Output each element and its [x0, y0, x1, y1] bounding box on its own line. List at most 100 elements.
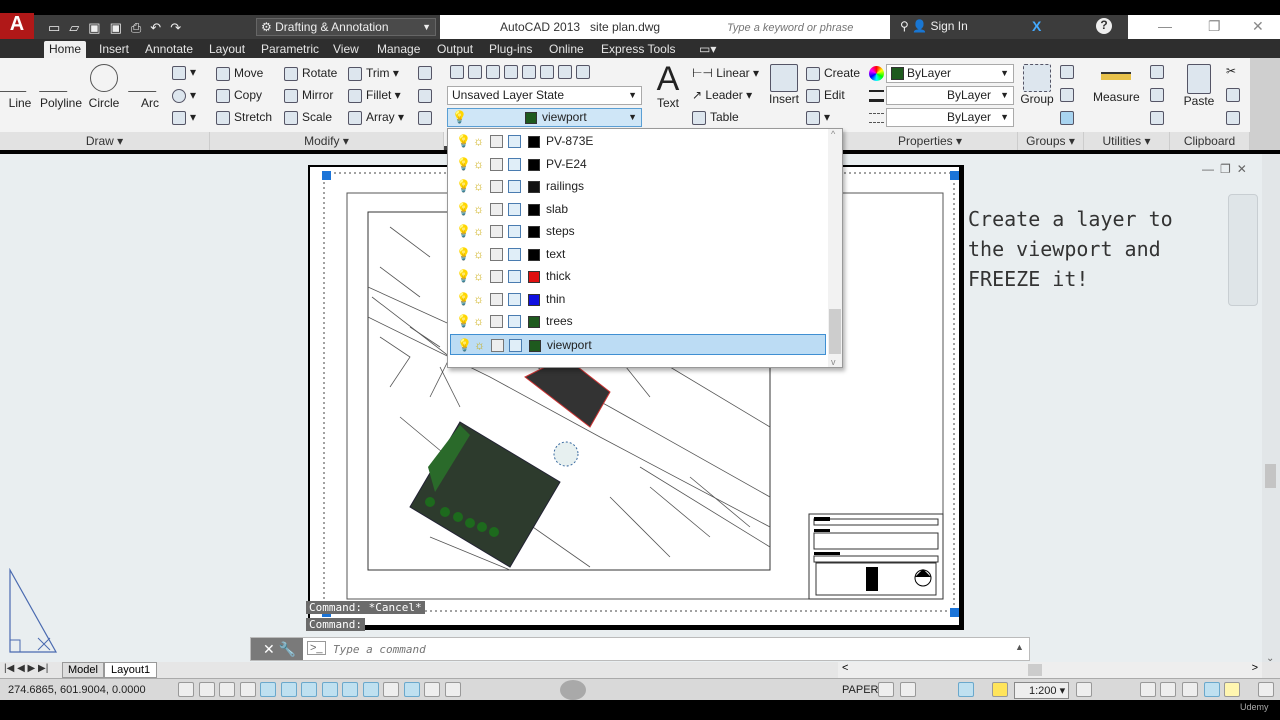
- group-add-button[interactable]: [1060, 87, 1078, 102]
- clean-screen-icon[interactable]: [1258, 682, 1274, 697]
- grid-display-toggle-icon[interactable]: [219, 682, 235, 697]
- rectangle-button[interactable]: ▾: [172, 65, 196, 80]
- undo-icon[interactable]: ↶: [150, 20, 170, 35]
- lightbulb-icon[interactable]: 💡: [456, 289, 471, 306]
- dropdown-arrow-icon[interactable]: ▾: [395, 110, 404, 124]
- vertical-scrollbar[interactable]: ⌄: [1262, 154, 1280, 664]
- tab-plug-ins[interactable]: Plug-ins: [484, 41, 537, 58]
- restore-button[interactable]: ❐: [1208, 15, 1221, 37]
- layer-item-viewport[interactable]: 💡 ☼ viewport: [450, 333, 826, 355]
- new-icon[interactable]: ▭: [48, 20, 69, 35]
- hardware-acceleration-icon[interactable]: [1182, 682, 1198, 697]
- offset-button[interactable]: [418, 110, 436, 125]
- tab-annotate[interactable]: Annotate: [140, 41, 198, 58]
- layer-dropdown-list[interactable]: 💡 ☼ PV-873E 💡 ☼ PV-E24 💡 ☼ railings 💡 ☼ slab 💡 ☼ steps…: [447, 128, 843, 368]
- layer-item-slab[interactable]: 💡 ☼ slab: [450, 199, 826, 220]
- line-button[interactable]: Line: [0, 64, 43, 110]
- table-button[interactable]: Table: [692, 110, 739, 125]
- text-button[interactable]: A Text: [655, 62, 681, 110]
- dropdown-arrow-icon[interactable]: ▾: [390, 66, 399, 80]
- object-snap-toggle-icon[interactable]: [280, 682, 297, 697]
- viewport-restore-icon[interactable]: ❐: [1220, 162, 1237, 176]
- edit-block-button[interactable]: Edit: [806, 88, 845, 103]
- help-icon[interactable]: ?: [1096, 18, 1112, 34]
- quick-view-drawings-icon[interactable]: [900, 682, 916, 697]
- exchange-icon[interactable]: X: [1032, 18, 1041, 34]
- layer-color-swatch[interactable]: [528, 136, 540, 148]
- paste-button[interactable]: Paste: [1182, 64, 1216, 108]
- layer-color-swatch[interactable]: [528, 181, 540, 193]
- lightbulb-icon[interactable]: 💡: [456, 131, 471, 148]
- rotate-button[interactable]: Rotate: [284, 66, 337, 81]
- attribute-button[interactable]: ▾: [806, 110, 830, 125]
- layer-unlock-icon[interactable]: [576, 64, 590, 79]
- insert-button[interactable]: Insert: [768, 64, 800, 106]
- unlock-icon[interactable]: [508, 157, 521, 171]
- hatch-button[interactable]: ▾: [172, 110, 196, 125]
- wrench-icon[interactable]: 🔧: [279, 641, 296, 657]
- polar-tracking-toggle-icon[interactable]: [260, 682, 276, 697]
- annotation-autoscale-icon[interactable]: [1076, 682, 1092, 697]
- saveas-icon[interactable]: ▣: [110, 20, 131, 35]
- ribbon-minimize-icon[interactable]: ▭▾: [694, 41, 721, 58]
- erase-button[interactable]: [418, 65, 436, 80]
- sun-freeze-icon[interactable]: ☼: [473, 244, 486, 261]
- unlock-icon[interactable]: [509, 338, 522, 352]
- lightbulb-icon[interactable]: 💡: [456, 199, 471, 216]
- tab-layout[interactable]: Layout: [204, 41, 250, 58]
- calculator-button[interactable]: [1150, 110, 1168, 125]
- layer-dropdown[interactable]: 💡 viewport ▼: [447, 108, 642, 127]
- annotation-scale-dropdown[interactable]: 1:200 ▾: [1014, 682, 1070, 699]
- layer-off-icon[interactable]: [522, 64, 536, 79]
- circle-button[interactable]: Circle: [88, 64, 120, 110]
- viewport-freeze-icon[interactable]: [491, 338, 504, 352]
- command-history-toggle[interactable]: ▲: [1015, 642, 1024, 652]
- 3d-object-snap-toggle-icon[interactable]: [301, 682, 317, 697]
- layer-color-swatch[interactable]: [528, 203, 540, 216]
- transparency-toggle-icon[interactable]: [403, 682, 420, 697]
- selection-cycling-toggle-icon[interactable]: [444, 682, 461, 697]
- sun-freeze-icon[interactable]: ☼: [473, 199, 486, 216]
- isolate-objects-icon[interactable]: [1204, 682, 1220, 697]
- measure-button[interactable]: Measure: [1093, 68, 1140, 104]
- unlock-icon[interactable]: [508, 180, 521, 193]
- viewport-freeze-icon[interactable]: [490, 202, 503, 216]
- help-search-input[interactable]: [724, 19, 889, 36]
- tab-parametric[interactable]: Parametric: [256, 41, 324, 58]
- unlock-icon[interactable]: [508, 247, 521, 261]
- open-icon[interactable]: ▱: [69, 20, 88, 35]
- group-edit-button[interactable]: [1060, 64, 1078, 79]
- fillet-button[interactable]: Fillet ▾: [348, 88, 401, 103]
- tab-layout1[interactable]: Layout1: [104, 662, 158, 678]
- array-button[interactable]: Array ▾: [348, 110, 404, 125]
- plot-icon[interactable]: ⎙: [131, 20, 150, 35]
- dropdown-arrow-icon[interactable]: ▾: [391, 88, 401, 102]
- viewport-freeze-icon[interactable]: [490, 270, 503, 283]
- layer-isolate-icon[interactable]: [486, 64, 500, 79]
- close-icon[interactable]: ✕: [263, 641, 275, 657]
- sun-freeze-icon[interactable]: ☼: [474, 335, 487, 352]
- layer-item-text[interactable]: 💡 ☼ text: [450, 244, 826, 265]
- viewport-freeze-icon[interactable]: [490, 157, 503, 171]
- layer-unisolate-icon[interactable]: [504, 64, 518, 79]
- select-all-button[interactable]: [1150, 87, 1168, 102]
- unlock-icon[interactable]: [508, 225, 521, 238]
- stretch-button[interactable]: Stretch: [216, 110, 272, 125]
- trim-button[interactable]: Trim ▾: [348, 66, 399, 81]
- tab-model[interactable]: Model: [62, 662, 104, 678]
- linear-button[interactable]: ⊢⊣ Linear ▾: [692, 66, 759, 80]
- command-line-handle[interactable]: ✕ 🔧: [251, 638, 303, 660]
- command-prompt-icon[interactable]: >_: [307, 641, 326, 655]
- lightbulb-status-icon[interactable]: [1224, 682, 1240, 697]
- lock-icon[interactable]: [1160, 682, 1176, 697]
- command-input[interactable]: [333, 640, 993, 658]
- layer-color-swatch[interactable]: [528, 271, 540, 283]
- horizontal-scrollbar[interactable]: < >: [838, 662, 1262, 678]
- sun-freeze-icon[interactable]: ☼: [473, 131, 486, 148]
- quick-view-layouts-icon[interactable]: [878, 682, 894, 697]
- unlock-icon[interactable]: [508, 292, 521, 306]
- quick-properties-toggle-icon[interactable]: [424, 682, 440, 697]
- sun-freeze-icon[interactable]: ☼: [473, 266, 486, 283]
- viewport-freeze-icon[interactable]: [490, 247, 503, 261]
- save-icon[interactable]: ▣: [88, 20, 109, 35]
